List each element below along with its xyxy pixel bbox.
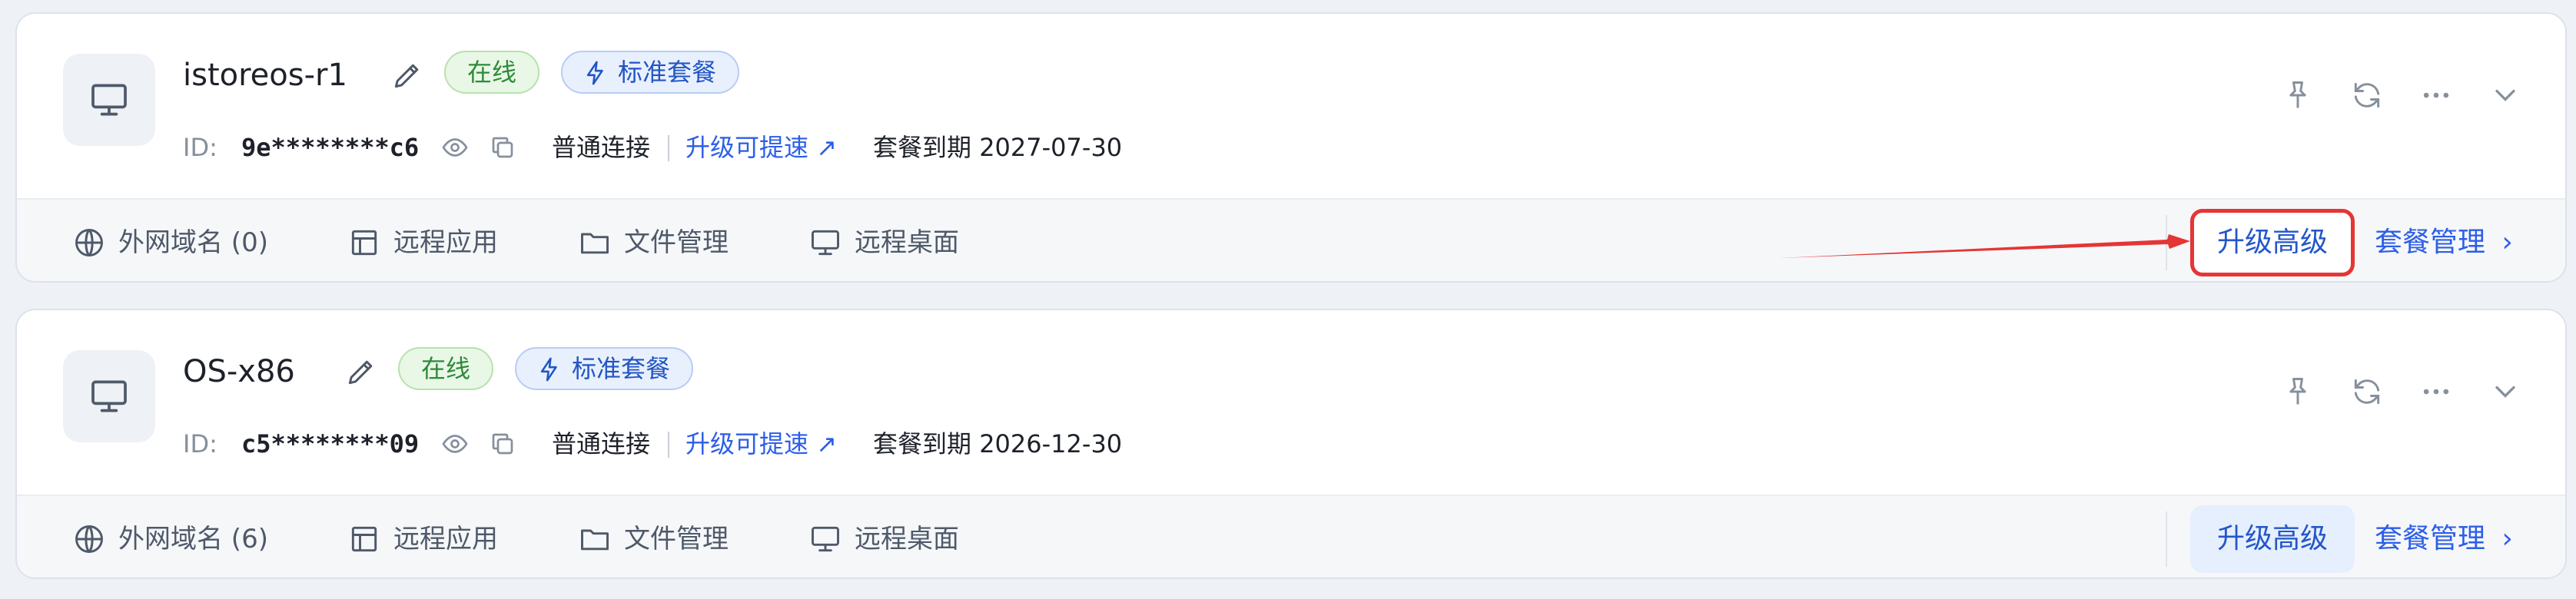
plan-manage-link[interactable]: 套餐管理 › [2375, 496, 2513, 577]
device-card-header: OS-x86 在线 标准套餐 ID: c5********09 普通连接 升级可… [17, 310, 2565, 495]
external-link-icon: ↗ [816, 133, 837, 162]
upgrade-speed-link[interactable]: 升级可提速 ↗ [685, 126, 837, 169]
plan-expiry: 套餐到期 2026-12-30 [873, 429, 1123, 458]
id-label: ID: [183, 429, 217, 458]
device-avatar [63, 350, 155, 442]
upgrade-speed-link[interactable]: 升级可提速 ↗ [685, 422, 837, 465]
globe-icon [75, 229, 103, 256]
monitor-icon [91, 380, 127, 412]
eye-icon[interactable] [441, 134, 469, 161]
copy-icon[interactable] [489, 430, 516, 458]
device-card-actions: 外网域名 (6) 远程应用 文件管理 远程桌面 升级高级 套餐管理 › [17, 495, 2565, 577]
plan-expiry: 套餐到期 2027-07-30 [873, 133, 1123, 162]
plan-badge: 标准套餐 [515, 347, 694, 390]
plan-label: 标准套餐 [618, 58, 717, 87]
connection-type: 普通连接 [552, 429, 651, 458]
monitor-icon [91, 84, 127, 116]
plan-label: 标准套餐 [572, 354, 671, 383]
chevron-right-icon: › [2501, 227, 2513, 258]
device-name: OS-x86 [183, 354, 295, 389]
refresh-icon[interactable] [2350, 78, 2384, 112]
desktop-icon [812, 526, 839, 552]
more-icon[interactable] [2419, 375, 2453, 409]
id-label: ID: [183, 133, 217, 162]
device-card: istoreos-r1 在线 标准套餐 ID: 9e********c6 普通连… [15, 12, 2567, 283]
status-badge: 在线 [444, 51, 540, 94]
pencil-icon[interactable] [344, 355, 378, 389]
chevron-right-icon: › [2501, 523, 2513, 554]
desktop-icon [812, 230, 839, 256]
more-icon[interactable] [2419, 78, 2453, 112]
globe-icon [75, 525, 103, 553]
plan-manage-link[interactable]: 套餐管理 › [2375, 200, 2513, 281]
device-card-header: istoreos-r1 在线 标准套餐 ID: 9e********c6 普通连… [17, 14, 2565, 198]
pin-icon[interactable] [2281, 78, 2315, 112]
chevron-down-icon[interactable] [2488, 375, 2522, 409]
plan-badge: 标准套餐 [561, 51, 740, 94]
external-link-icon: ↗ [816, 429, 837, 458]
upgrade-premium-button[interactable]: 升级高级 [2190, 209, 2355, 276]
divider [2166, 215, 2167, 270]
device-card-actions: 外网域名 (0) 远程应用 文件管理 远程桌面 升级高级 套餐管理 › [17, 198, 2565, 281]
upgrade-premium-button[interactable]: 升级高级 [2190, 505, 2355, 573]
pencil-icon[interactable] [390, 58, 424, 92]
device-avatar [63, 54, 155, 146]
device-name: istoreos-r1 [183, 58, 347, 93]
folder-icon [581, 233, 609, 254]
separator [668, 135, 669, 161]
device-card: OS-x86 在线 标准套餐 ID: c5********09 普通连接 升级可… [15, 309, 2567, 579]
divider [2166, 511, 2167, 567]
device-id: c5********09 [241, 429, 420, 458]
eye-icon[interactable] [441, 430, 469, 458]
separator [668, 432, 669, 458]
lightning-icon [540, 357, 557, 382]
device-id: 9e********c6 [241, 133, 420, 162]
pin-icon[interactable] [2281, 375, 2315, 409]
refresh-icon[interactable] [2350, 375, 2384, 409]
status-badge: 在线 [398, 347, 494, 390]
connection-type: 普通连接 [552, 133, 651, 162]
copy-icon[interactable] [489, 134, 516, 161]
layout-icon [351, 230, 377, 256]
layout-icon [351, 526, 377, 552]
lightning-icon [586, 61, 603, 85]
folder-icon [581, 529, 609, 551]
chevron-down-icon[interactable] [2488, 78, 2522, 112]
